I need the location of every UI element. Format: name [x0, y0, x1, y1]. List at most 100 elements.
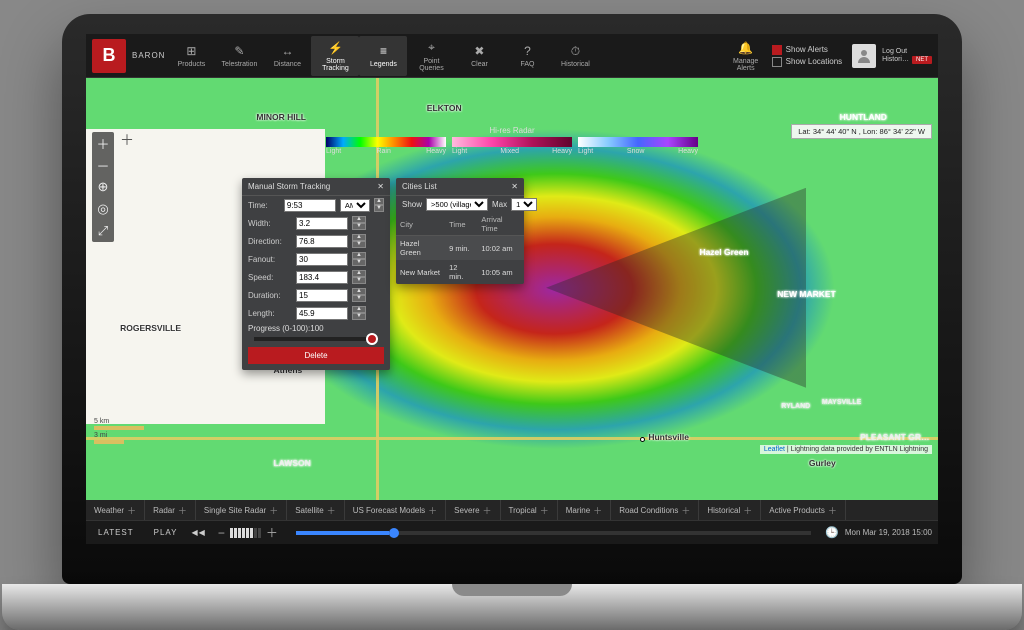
close-icon[interactable]: ✕ — [377, 182, 384, 191]
product-tabs: Weather＋Radar＋Single Site Radar＋Satellit… — [86, 500, 938, 520]
plus-icon: ＋ — [483, 504, 492, 517]
toolbar-point-queries-button[interactable]: ⌖Point Queries — [407, 36, 455, 76]
field-label: Time: — [248, 201, 280, 210]
time-input[interactable] — [284, 199, 336, 212]
speed-input[interactable] — [296, 271, 348, 284]
tab-radar[interactable]: Radar＋ — [145, 500, 196, 520]
delete-button[interactable]: Delete — [248, 347, 384, 364]
length-stepper[interactable]: ▲▼ — [352, 306, 366, 320]
opacity-minus-button[interactable]: − — [214, 526, 229, 540]
tab-road-conditions[interactable]: Road Conditions＋ — [611, 500, 699, 520]
toolbar-icon: ⊞ — [183, 43, 199, 59]
width-input[interactable] — [296, 217, 348, 230]
field-label: Speed: — [248, 273, 292, 282]
tab-active-products[interactable]: Active Products＋ — [761, 500, 846, 520]
avatar[interactable] — [852, 44, 876, 68]
laptop-frame: B BARON ⊞Products✎Telestration↔Distance⚡… — [62, 14, 962, 584]
fullscreen-button[interactable]: ⤢ — [92, 220, 114, 242]
city-label: PLEASANT GR… — [860, 432, 929, 442]
width-stepper[interactable]: ▲▼ — [352, 216, 366, 230]
logo: B — [92, 39, 126, 73]
plus-icon: ＋ — [178, 504, 187, 517]
city-row[interactable]: New Market12 min.10:05 am — [396, 260, 524, 284]
logout-link[interactable]: Log Out — [882, 48, 932, 55]
field-label: Direction: — [248, 237, 292, 246]
city-label: NEW MARKET — [777, 289, 836, 299]
close-icon[interactable]: ✕ — [511, 182, 518, 191]
city-label: Gurley — [809, 458, 836, 468]
toolbar-clear-button[interactable]: ✖Clear — [455, 36, 503, 76]
legend-mixed-gradient — [452, 137, 572, 147]
zoom-out-button[interactable]: － — [92, 154, 114, 176]
plus-icon: ＋ — [269, 504, 278, 517]
zoom-box-button[interactable]: ⊕ — [92, 176, 114, 198]
length-input[interactable] — [296, 307, 348, 320]
show-locations-checkbox[interactable]: Show Locations — [772, 57, 842, 67]
time-unit-select[interactable]: AM — [340, 199, 370, 212]
leaflet-link[interactable]: Leaflet — [764, 446, 785, 453]
toolbar-icon: ⏱ — [567, 43, 583, 59]
speed-stepper[interactable]: ▲▼ — [352, 270, 366, 284]
timeline-bar: LATEST PLAY ◀◀ − ＋ 🕒 Mon Mar 19, 2018 15… — [86, 520, 938, 544]
duration-stepper[interactable]: ▲▼ — [352, 288, 366, 302]
toolbar-icon: ✖ — [471, 43, 487, 59]
timeline-slider[interactable] — [296, 531, 811, 535]
city-label: MINOR HILL — [256, 112, 306, 122]
plus-icon: ＋ — [681, 504, 690, 517]
tab-satellite[interactable]: Satellite＋ — [287, 500, 344, 520]
toolbar-legends-button[interactable]: ≡Legends — [359, 36, 407, 76]
toolbar-storm-tracking-button[interactable]: ⚡Storm Tracking — [311, 36, 359, 76]
field-label: Duration: — [248, 291, 292, 300]
tab-single-site-radar[interactable]: Single Site Radar＋ — [196, 500, 287, 520]
tab-us-forecast-models[interactable]: US Forecast Models＋ — [345, 500, 446, 520]
field-label: Width: — [248, 219, 292, 228]
manage-alerts-button[interactable]: 🔔 Manage Alerts — [722, 36, 770, 76]
cities-list-panel[interactable]: Cities List✕ Show >500 (village) Max 10 … — [396, 178, 524, 284]
tab-tropical[interactable]: Tropical＋ — [501, 500, 558, 520]
latest-button[interactable]: LATEST — [92, 526, 140, 539]
tab-marine[interactable]: Marine＋ — [558, 500, 611, 520]
toolbar-historical-button[interactable]: ⏱Historical — [551, 36, 599, 76]
city-label: RYLAND — [781, 403, 810, 410]
play-button[interactable]: PLAY — [148, 526, 184, 539]
clock-icon: 🕒 — [825, 526, 839, 539]
toolbar-distance-button[interactable]: ↔Distance — [263, 36, 311, 76]
city-label: Hazel Green — [699, 247, 748, 257]
field-label: Fanout: — [248, 255, 292, 264]
datetime-display[interactable]: 🕒 Mon Mar 19, 2018 15:00 — [825, 526, 932, 539]
city-row[interactable]: Hazel Green9 min.10:02 am — [396, 236, 524, 261]
fanout-stepper[interactable]: ▲▼ — [352, 252, 366, 266]
tab-severe[interactable]: Severe＋ — [446, 500, 500, 520]
opacity-plus-button[interactable]: ＋ — [262, 524, 282, 541]
toolbar-faq-button[interactable]: ?FAQ — [503, 36, 551, 76]
max-select[interactable]: 10 — [511, 198, 537, 211]
direction-input[interactable] — [296, 235, 348, 248]
legend-rain-gradient — [326, 137, 446, 147]
progress-slider[interactable] — [254, 337, 378, 341]
plus-icon: ＋ — [743, 504, 752, 517]
fanout-input[interactable] — [296, 253, 348, 266]
opacity-control[interactable]: − ＋ — [214, 524, 282, 541]
map-area[interactable]: MINOR HILL ELKTON Ardmore HUNTLAND ROGER… — [86, 78, 938, 500]
tab-historical[interactable]: Historical＋ — [699, 500, 761, 520]
population-filter-select[interactable]: >500 (village) — [426, 198, 488, 211]
toolbar-telestration-button[interactable]: ✎Telestration — [215, 36, 263, 76]
storm-tracking-panel[interactable]: Manual Storm Tracking✕ Time:AM▲▼Width:▲▼… — [242, 178, 390, 370]
toolbar-icon: ≡ — [375, 43, 391, 59]
toolbar-icon: ? — [519, 43, 535, 59]
map-zoom-controls: ＋－⊕◎⤢ — [92, 132, 114, 242]
duration-input[interactable] — [296, 289, 348, 302]
add-layer-button[interactable]: ＋ — [120, 130, 134, 150]
tab-weather[interactable]: Weather＋ — [86, 500, 145, 520]
show-alerts-checkbox[interactable]: Show Alerts — [772, 45, 842, 55]
zoom-in-button[interactable]: ＋ — [92, 132, 114, 154]
brand-text: BARON — [132, 51, 165, 60]
direction-stepper[interactable]: ▲▼ — [352, 234, 366, 248]
city-marker[interactable] — [640, 437, 645, 442]
toolbar-products-button[interactable]: ⊞Products — [167, 36, 215, 76]
toolbar-icon: ↔ — [279, 43, 295, 59]
time-stepper[interactable]: ▲▼ — [374, 198, 384, 212]
step-back-button[interactable]: ◀◀ — [192, 528, 206, 537]
legend-title: Hi-res Radar — [326, 126, 698, 135]
locate-button[interactable]: ◎ — [92, 198, 114, 220]
